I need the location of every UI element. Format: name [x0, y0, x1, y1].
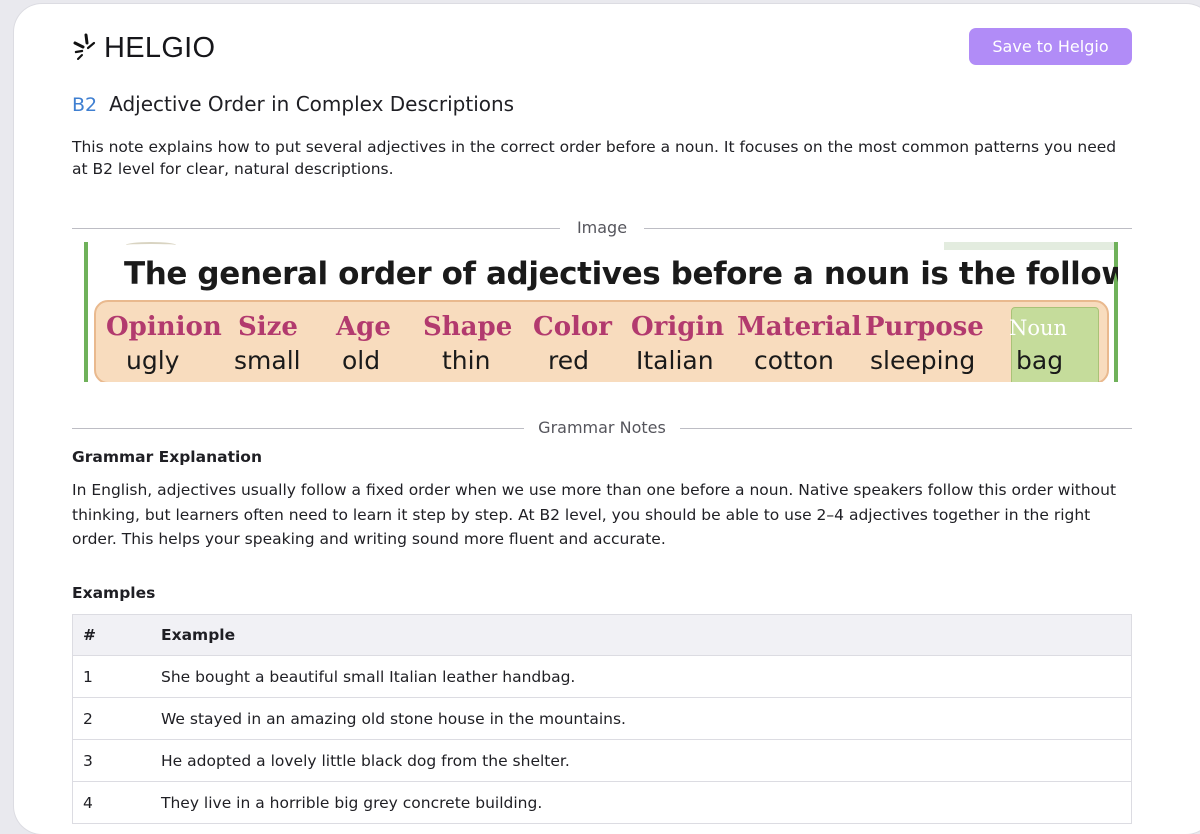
category-age: Age [336, 312, 391, 342]
level-badge: B2 [72, 94, 98, 116]
grammar-text: In English, adjectives usually follow a … [72, 481, 1117, 548]
category-size: Size [238, 312, 298, 342]
row-number: 4 [83, 793, 93, 812]
example-word: Italian [636, 346, 714, 375]
image-divider: Image [72, 218, 1132, 238]
brand-name: HELGIO [104, 31, 216, 64]
examples-heading: Examples [72, 584, 156, 602]
examples-table: # Example 1 She bought a beautiful small… [72, 614, 1132, 824]
example-word: thin [442, 346, 491, 375]
row-example: He adopted a lovely little black dog fro… [161, 751, 570, 770]
example-word: old [342, 346, 381, 375]
example-word: ugly [126, 346, 180, 375]
image-heading: The general order of adjectives before a… [124, 256, 1118, 292]
row-example: We stayed in an amazing old stone house … [161, 709, 626, 728]
row-number: 2 [83, 709, 93, 728]
row-example: They live in a horrible big grey concret… [161, 793, 543, 812]
grammar-divider: Grammar Notes [72, 418, 1132, 438]
adjective-order-image: The general order of adjectives before a… [84, 242, 1118, 382]
save-button[interactable]: Save to Helgio [969, 28, 1132, 65]
example-word: cotton [754, 346, 834, 375]
category-opinion: Opinion [106, 312, 222, 342]
brand[interactable]: HELGIO [72, 30, 215, 66]
column-header-number: # [83, 626, 96, 644]
category-color: Color [533, 312, 612, 342]
category-shape: Shape [423, 312, 513, 342]
category-material: Material [737, 312, 862, 342]
example-word: bag [1016, 346, 1064, 375]
row-number: 3 [83, 751, 93, 770]
example-word: red [548, 346, 589, 375]
row-number: 1 [83, 667, 93, 686]
page-title: Adjective Order in Complex Descriptions [109, 92, 515, 116]
example-word: sleeping [870, 346, 976, 375]
adjective-order-chart: Opinion Size Age Shape Color Origin Mate… [94, 300, 1109, 382]
table-header: # Example [73, 615, 1131, 656]
category-origin: Origin [631, 312, 725, 342]
column-header-example: Example [161, 626, 236, 644]
note-card: HELGIO Save to Helgio B2 Adjective Order… [14, 4, 1200, 834]
example-word: small [234, 346, 301, 375]
category-noun: Noun [1009, 316, 1068, 340]
helgio-logo-icon [73, 33, 96, 60]
note-title-row: B2 Adjective Order in Complex Descriptio… [72, 92, 514, 116]
table-row: 2 We stayed in an amazing old stone hous… [73, 698, 1131, 740]
note-intro: This note explains how to put several ad… [72, 138, 1117, 178]
row-example: She bought a beautiful small Italian lea… [161, 667, 576, 686]
table-row: 4 They live in a horrible big grey concr… [73, 782, 1131, 824]
grammar-heading: Grammar Explanation [72, 448, 262, 466]
table-row: 1 She bought a beautiful small Italian l… [73, 656, 1131, 698]
category-purpose: Purpose [865, 312, 984, 342]
table-row: 3 He adopted a lovely little black dog f… [73, 740, 1131, 782]
